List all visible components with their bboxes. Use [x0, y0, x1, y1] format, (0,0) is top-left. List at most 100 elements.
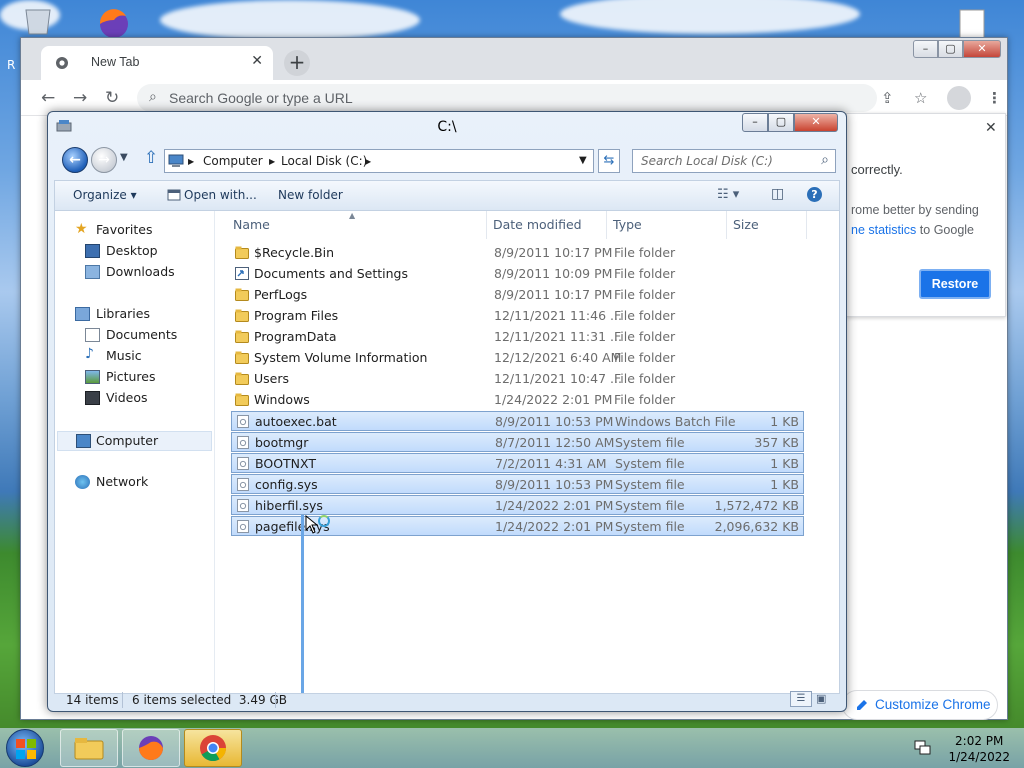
forward-button-icon[interactable]: →	[91, 147, 117, 173]
file-row[interactable]: $Recycle.Bin 8/9/2011 10:17 PM File folder	[231, 243, 804, 263]
nav-documents[interactable]: Documents	[85, 327, 195, 345]
file-name: PerfLogs	[254, 287, 308, 302]
nav-pictures[interactable]: Pictures	[85, 369, 195, 387]
column-header-name[interactable]: Name ▲	[231, 211, 487, 239]
back-arrow-icon[interactable]: ←	[41, 88, 55, 108]
file-row[interactable]: config.sys 8/9/2011 10:53 PM System file 1 …	[231, 474, 804, 494]
star-icon: ★	[75, 221, 88, 237]
organize-button[interactable]: Organize ▾	[73, 188, 137, 202]
file-row[interactable]: PerfLogs 8/9/2011 10:17 PM File folder	[231, 285, 804, 305]
nav-desktop[interactable]: Desktop	[85, 243, 195, 261]
tab-new-tab[interactable]: New Tab ✕	[41, 46, 273, 80]
restore-pages-bubble: ✕ correctly. rome better by sending ne s…	[846, 113, 1006, 317]
bubble-close-icon[interactable]: ✕	[985, 120, 997, 136]
file-row[interactable]: Program Files 12/11/2021 11:46 ... File fo…	[231, 306, 804, 326]
search-box[interactable]: Search Local Disk (C:) ⌕	[632, 149, 836, 173]
file-size: 357 KB	[754, 435, 799, 450]
bookmark-star-icon[interactable]: ☆	[914, 89, 927, 107]
column-header-date[interactable]: Date modified	[487, 211, 607, 239]
share-icon[interactable]: ⇪	[881, 89, 894, 107]
file-row[interactable]: hiberfil.sys 1/24/2022 2:01 PM System file…	[231, 495, 804, 515]
file-name: BOOTNXT	[255, 456, 316, 471]
nav-music[interactable]: ♪ Music	[85, 346, 195, 366]
customize-chrome-button[interactable]: Customize Chrome	[842, 690, 998, 720]
details-view-icon[interactable]: ☰	[790, 691, 812, 707]
breadcrumb-computer[interactable]: Computer	[203, 154, 263, 168]
file-name: Program Files	[254, 308, 339, 323]
system-file-icon	[237, 478, 249, 491]
up-folder-icon[interactable]: ⇧	[144, 148, 158, 168]
navigation-pane: ★ Favorites Desktop Downloads Libraries …	[55, 211, 215, 693]
nav-videos[interactable]: Videos	[85, 390, 195, 408]
file-row[interactable]: Windows 1/24/2022 2:01 PM File folder	[231, 390, 804, 410]
libraries-icon	[75, 307, 90, 321]
explorer-maximize-button[interactable]: ▢	[768, 113, 794, 132]
chrome-icon	[200, 735, 227, 762]
recycle-bin-icon[interactable]	[18, 4, 58, 40]
open-with-button[interactable]: Open with...	[184, 188, 257, 202]
system-clock[interactable]: 2:02 PM 1/24/2022	[948, 733, 1010, 765]
file-row[interactable]: BOOTNXT 7/2/2011 4:31 AM System file 1 KB	[231, 453, 804, 473]
file-date: 1/24/2022 2:01 PM	[495, 498, 614, 513]
file-row[interactable]: System Volume Information 12/12/2021 6:40…	[231, 348, 804, 368]
taskbar-explorer-button[interactable]	[60, 729, 118, 767]
taskbar-firefox-button[interactable]	[122, 729, 180, 767]
new-tab-button[interactable]: +	[284, 50, 310, 76]
explorer-close-button[interactable]: ✕	[794, 113, 838, 132]
help-icon[interactable]: ?	[807, 187, 822, 202]
file-type: System file	[615, 519, 685, 534]
thumbnail-view-icon[interactable]: ▣	[816, 692, 826, 705]
file-type: File folder	[614, 287, 676, 302]
nav-downloads[interactable]: Downloads	[85, 264, 195, 282]
system-file-icon	[237, 415, 249, 428]
back-button-icon[interactable]: ←	[62, 147, 88, 173]
omnibox[interactable]: ⌕ Search Google or type a URL	[137, 84, 877, 112]
file-row[interactable]: Documents and Settings 8/9/2011 10:09 PM F…	[231, 264, 804, 284]
column-header-size[interactable]: Size	[727, 211, 807, 239]
profile-avatar-icon[interactable]	[947, 86, 971, 110]
bubble-text-line3: ne statistics to Google	[851, 223, 974, 237]
file-row[interactable]: autoexec.bat 8/9/2011 10:53 PM Windows Bat…	[231, 411, 804, 431]
tab-title: New Tab	[91, 55, 140, 69]
explorer-window-controls: – ▢ ✕	[742, 113, 838, 132]
nav-computer[interactable]: Computer	[57, 431, 212, 451]
tab-close-icon[interactable]: ✕	[251, 53, 263, 69]
nav-favorites[interactable]: ★ Favorites	[75, 221, 195, 240]
breadcrumb-local-disk[interactable]: Local Disk (C:)	[281, 154, 367, 168]
preview-pane-icon[interactable]: ◫	[771, 186, 784, 202]
explorer-minimize-button[interactable]: –	[742, 113, 768, 132]
chrome-minimize-button[interactable]: –	[913, 40, 938, 58]
search-placeholder: Search Local Disk (C:)	[641, 154, 773, 168]
file-row[interactable]: Users 12/11/2021 10:47 ... File folder	[231, 369, 804, 389]
open-with-icon	[167, 189, 181, 201]
address-dropdown-icon[interactable]: ▼	[579, 155, 587, 166]
file-row[interactable]: ProgramData 12/11/2021 11:31 ... File fold…	[231, 327, 804, 347]
taskbar-chrome-button[interactable]	[184, 729, 242, 767]
file-name: System Volume Information	[254, 350, 428, 365]
reload-icon[interactable]: ↻	[105, 88, 119, 108]
nav-network[interactable]: Network	[75, 474, 195, 492]
network-tray-icon[interactable]	[914, 740, 932, 756]
start-button[interactable]	[6, 729, 44, 767]
menu-kebab-icon[interactable]: ⋮	[987, 89, 1002, 107]
file-type: System file	[615, 498, 685, 513]
chrome-maximize-button[interactable]: ▢	[938, 40, 963, 58]
column-header-type[interactable]: Type	[607, 211, 727, 239]
file-date: 12/12/2021 6:40 AM	[494, 350, 622, 365]
address-bar[interactable]: ▶ Computer ▶ Local Disk (C:) ▶ ▼	[164, 149, 594, 173]
chrome-close-button[interactable]: ✕	[963, 40, 1001, 58]
bubble-text-line2: rome better by sending	[851, 203, 979, 217]
restore-button[interactable]: Restore	[919, 269, 991, 299]
view-options-icon[interactable]: ☷ ▾	[717, 187, 739, 202]
file-row[interactable]: bootmgr 8/7/2011 12:50 AM System file 357 K…	[231, 432, 804, 452]
firefox-desktop-icon[interactable]	[92, 4, 132, 40]
recent-pages-chevron-icon[interactable]: ▼	[120, 152, 128, 163]
document-desktop-icon[interactable]	[952, 4, 992, 40]
nav-libraries[interactable]: Libraries	[75, 306, 195, 324]
usage-statistics-link[interactable]: ne statistics	[851, 223, 916, 237]
new-folder-button[interactable]: New folder	[278, 188, 343, 202]
forward-arrow-icon[interactable]: →	[73, 88, 87, 108]
folder-icon	[74, 738, 104, 760]
refresh-icon[interactable]: ⇆	[598, 149, 620, 173]
system-file-icon	[237, 436, 249, 449]
